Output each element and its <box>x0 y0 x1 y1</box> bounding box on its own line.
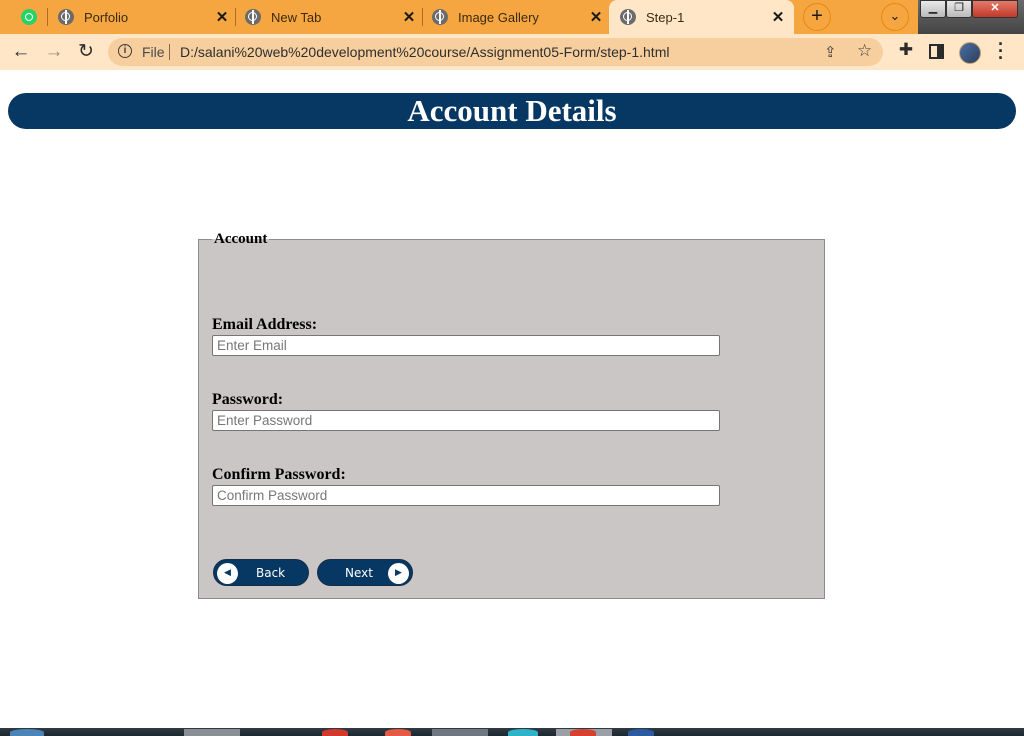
account-fieldset: Account Email Address: Password: Confirm… <box>198 231 825 599</box>
browser-toolbar: ← → ↻ i File D:/salani%20web%20developme… <box>0 34 1024 70</box>
bookmark-star-icon[interactable]: ☆ <box>857 41 872 61</box>
whatsapp-icon <box>21 9 37 25</box>
tab-strip: Porfolio ✕ New Tab ✕ Image Gallery ✕ Ste… <box>0 0 1024 34</box>
side-panel-icon[interactable] <box>929 44 944 59</box>
close-tab-icon[interactable]: ✕ <box>588 8 604 26</box>
forward-arrow-icon[interactable]: → <box>41 39 67 65</box>
taskbar-app-icon[interactable] <box>432 729 488 736</box>
scheme-label: File <box>142 44 165 60</box>
email-label: Email Address: <box>212 316 318 333</box>
url-text[interactable]: D:/salani%20web%20development%20course/A… <box>180 44 669 60</box>
tab-image-gallery[interactable]: Image Gallery ✕ <box>432 0 604 34</box>
taskbar-app-icon[interactable] <box>322 729 348 736</box>
tab-title: New Tab <box>271 9 322 25</box>
share-icon[interactable]: ⇪ <box>824 43 837 61</box>
taskbar-app-icon[interactable] <box>385 729 411 736</box>
tab-separator <box>47 8 48 26</box>
tab-separator <box>422 8 423 26</box>
globe-icon <box>58 9 74 25</box>
tab-separator <box>235 8 236 26</box>
left-arrow-icon: ◀ <box>217 563 238 584</box>
page-title: Account Details <box>8 93 1016 129</box>
reload-icon[interactable]: ↻ <box>73 39 99 65</box>
globe-icon <box>620 9 636 25</box>
email-field[interactable] <box>212 335 720 356</box>
next-button[interactable]: Next ▶ <box>317 559 413 586</box>
window-controls: ▁ ❐ ✕ <box>918 0 1024 34</box>
confirm-password-label: Confirm Password: <box>212 466 346 483</box>
address-bar[interactable]: i File D:/salani%20web%20development%20c… <box>108 38 883 66</box>
close-window-button[interactable]: ✕ <box>972 0 1018 18</box>
tab-whatsapp[interactable] <box>12 0 46 34</box>
tab-porfolio[interactable]: Porfolio ✕ <box>58 0 230 34</box>
confirm-password-field[interactable] <box>212 485 720 506</box>
next-label: Next <box>345 566 373 580</box>
password-field[interactable] <box>212 410 720 431</box>
tab-search-button[interactable]: ⌄ <box>881 3 909 31</box>
chrome-icon <box>245 9 261 25</box>
right-arrow-icon: ▶ <box>388 563 409 584</box>
os-taskbar <box>0 728 1024 736</box>
menu-dots-icon[interactable]: · · · <box>994 35 1008 67</box>
back-label: Back <box>256 566 286 580</box>
fieldset-legend: Account <box>214 231 268 247</box>
back-button[interactable]: ◀ Back <box>213 559 309 586</box>
info-icon[interactable]: i <box>118 44 132 58</box>
tab-step-1[interactable]: Step-1 ✕ <box>609 0 794 34</box>
profile-avatar[interactable] <box>959 42 981 64</box>
extensions-icon[interactable]: ✚ <box>895 40 917 60</box>
taskbar-app-icon[interactable] <box>508 729 538 736</box>
tab-new-tab[interactable]: New Tab ✕ <box>245 0 417 34</box>
maximize-button[interactable]: ❐ <box>946 0 972 18</box>
new-tab-button[interactable]: + <box>803 3 831 31</box>
minimize-button[interactable]: ▁ <box>920 0 946 18</box>
globe-icon <box>432 9 448 25</box>
close-tab-icon[interactable]: ✕ <box>770 8 786 26</box>
close-tab-icon[interactable]: ✕ <box>214 8 230 26</box>
start-button[interactable] <box>10 729 44 736</box>
taskbar-app-icon[interactable] <box>570 729 596 736</box>
tab-title: Image Gallery <box>458 9 539 25</box>
taskbar-app-icon[interactable] <box>628 729 654 736</box>
back-arrow-icon[interactable]: ← <box>8 39 34 65</box>
taskbar-app-icon[interactable] <box>184 729 240 736</box>
password-label: Password: <box>212 391 284 408</box>
page-content: Account Details Account Email Address: P… <box>0 70 1024 728</box>
tab-title: Porfolio <box>84 9 129 25</box>
close-tab-icon[interactable]: ✕ <box>401 8 417 26</box>
tab-title: Step-1 <box>646 9 685 25</box>
address-divider <box>169 44 170 60</box>
